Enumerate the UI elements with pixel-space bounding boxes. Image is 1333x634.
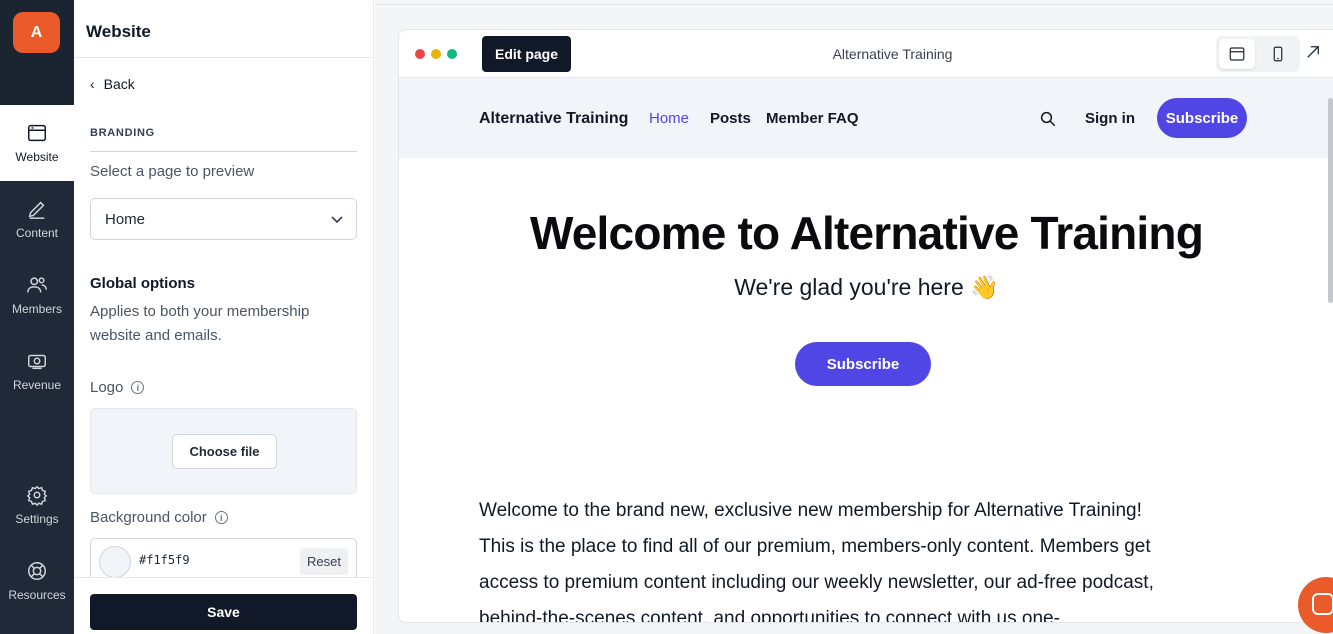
browser-preview: Edit page Alternative Training Alternati… bbox=[398, 29, 1333, 623]
rail-item-website[interactable]: Website bbox=[0, 105, 74, 181]
panel-title: Website bbox=[86, 22, 151, 41]
search-button[interactable] bbox=[1039, 110, 1057, 128]
view-toggle bbox=[1216, 36, 1300, 72]
page-select[interactable]: Home bbox=[90, 198, 357, 240]
rail-item-settings[interactable]: Settings bbox=[0, 467, 74, 543]
info-icon[interactable]: i bbox=[131, 381, 145, 394]
reset-button[interactable]: Reset bbox=[300, 548, 348, 575]
divider bbox=[90, 151, 357, 152]
logo-upload-area[interactable]: Choose file bbox=[90, 408, 357, 494]
hero-subtitle: We're glad you're here 👋 bbox=[734, 274, 999, 300]
rail-item-content[interactable]: Content bbox=[0, 181, 74, 257]
site-nav-member-faq[interactable]: Member FAQ bbox=[766, 110, 859, 127]
settings-panel: Website ‹ Back BRANDING Select a page to… bbox=[74, 0, 374, 634]
mobile-icon bbox=[1273, 46, 1283, 62]
header-subscribe-button[interactable]: Subscribe bbox=[1157, 98, 1247, 138]
workspace-logo[interactable]: A bbox=[13, 12, 60, 53]
scrollbar[interactable] bbox=[1328, 98, 1333, 303]
search-icon bbox=[1040, 111, 1056, 127]
open-external-button[interactable] bbox=[1304, 43, 1324, 63]
money-icon bbox=[28, 354, 46, 370]
pencil-icon bbox=[28, 201, 45, 219]
site-brand[interactable]: Alternative Training bbox=[479, 110, 628, 128]
back-link[interactable]: ‹ Back bbox=[90, 76, 135, 92]
divider bbox=[74, 577, 374, 578]
divider bbox=[74, 57, 374, 58]
rail-item-resources[interactable]: Resources bbox=[0, 543, 74, 619]
desktop-icon bbox=[1229, 47, 1245, 61]
global-options-title: Global options bbox=[90, 275, 195, 292]
edit-page-button[interactable]: Edit page bbox=[482, 36, 571, 72]
color-hex-value[interactable]: #f1f5f9 bbox=[139, 553, 190, 567]
background-color-label: Background color i bbox=[90, 509, 228, 526]
background-color-label-text: Background color bbox=[90, 509, 207, 526]
nav-rail: A Website Content Members Revenue Settin… bbox=[0, 0, 74, 634]
logo-label-text: Logo bbox=[90, 379, 124, 396]
site-nav-posts[interactable]: Posts bbox=[710, 110, 751, 127]
desktop-view-button[interactable] bbox=[1219, 39, 1255, 69]
rail-item-label: Members bbox=[11, 302, 62, 316]
rail-item-label: Settings bbox=[15, 512, 59, 526]
intro-paragraph: Welcome to the brand new, exclusive new … bbox=[479, 500, 1154, 623]
site-header: Alternative Training Home Posts Member F… bbox=[399, 78, 1333, 158]
rail-item-members[interactable]: Members bbox=[0, 257, 74, 333]
mobile-view-button[interactable] bbox=[1260, 39, 1296, 69]
rail-item-label: Website bbox=[15, 150, 59, 164]
hero-title: Welcome to Alternative Training bbox=[529, 207, 1204, 259]
rail-item-label: Content bbox=[15, 226, 59, 240]
rail-item-revenue[interactable]: Revenue bbox=[0, 333, 74, 409]
window-dot-green bbox=[447, 49, 457, 59]
background-color-field: #f1f5f9 Reset bbox=[90, 538, 357, 578]
sign-in-link[interactable]: Sign in bbox=[1085, 110, 1135, 127]
divider bbox=[375, 4, 1333, 5]
arrow-up-right-icon bbox=[1307, 46, 1319, 58]
window-dot-yellow bbox=[431, 49, 441, 59]
chevron-left-icon: ‹ bbox=[90, 76, 95, 92]
chevron-down-icon bbox=[331, 216, 343, 224]
browser-window-icon bbox=[28, 124, 46, 142]
lifebuoy-icon bbox=[28, 562, 46, 580]
rail-item-label: Resources bbox=[8, 588, 66, 602]
logo-label: Logo i bbox=[90, 379, 145, 396]
page-select-value: Home bbox=[105, 210, 146, 228]
window-dot-red bbox=[415, 49, 425, 59]
gear-icon bbox=[26, 485, 48, 506]
logo-area: A bbox=[0, 0, 74, 105]
site-nav-home[interactable]: Home bbox=[649, 110, 689, 127]
choose-file-button[interactable]: Choose file bbox=[172, 434, 277, 469]
chat-icon bbox=[1312, 593, 1333, 615]
info-icon[interactable]: i bbox=[214, 511, 228, 524]
color-swatch[interactable] bbox=[99, 546, 131, 578]
rail-item-label: Revenue bbox=[12, 378, 62, 392]
preview-page-label: Select a page to preview bbox=[90, 163, 255, 180]
browser-bar: Edit page Alternative Training bbox=[399, 30, 1333, 78]
users-icon bbox=[27, 277, 47, 293]
hero-subscribe-button[interactable]: Subscribe bbox=[795, 342, 931, 386]
section-label: BRANDING bbox=[90, 127, 155, 139]
back-label: Back bbox=[103, 76, 135, 92]
save-button[interactable]: Save bbox=[90, 594, 357, 630]
browser-title: Alternative Training bbox=[832, 46, 953, 62]
global-options-description: Applies to both your membership website … bbox=[90, 303, 310, 344]
